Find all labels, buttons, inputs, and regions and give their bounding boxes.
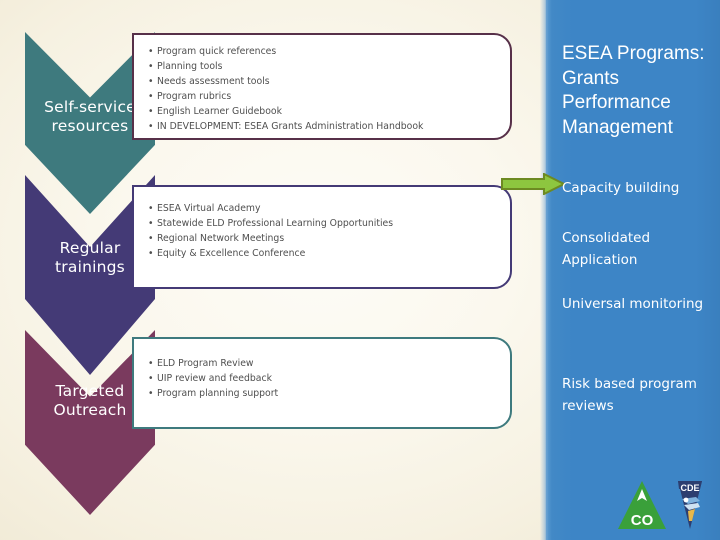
panel-item-capacity-building: Capacity building — [562, 180, 680, 196]
list-item: Planning tools — [148, 59, 510, 74]
svg-text:CDE: CDE — [680, 483, 699, 493]
content-box-self-service-resources: Program quick references Planning tools … — [132, 33, 512, 140]
right-arrow-icon — [501, 173, 565, 195]
content-box-regular-trainings: ESEA Virtual Academy Statewide ELD Profe… — [132, 185, 512, 289]
list-item: ELD Program Review — [148, 356, 510, 371]
co-triangle-icon: CO — [618, 481, 666, 529]
list-item: Equity & Excellence Conference — [148, 246, 510, 261]
panel-left-edge-gradient — [540, 0, 548, 540]
bullet-list-self-service-resources: Program quick references Planning tools … — [134, 35, 510, 134]
slide-canvas: Self-service resources Regular trainings… — [0, 0, 720, 540]
cde-triangle-icon: CDE — [678, 481, 702, 529]
list-item: Needs assessment tools — [148, 74, 510, 89]
bullet-list-regular-trainings: ESEA Virtual Academy Statewide ELD Profe… — [134, 187, 510, 261]
panel-title: ESEA Programs: Grants Performance Manage… — [562, 43, 705, 138]
list-item: Regional Network Meetings — [148, 231, 510, 246]
list-item: UIP review and feedback — [148, 371, 510, 386]
colorado-department-of-education-logo: CO CDE — [618, 481, 702, 529]
list-item: ESEA Virtual Academy — [148, 201, 510, 216]
list-item: Program planning support — [148, 386, 510, 401]
content-box-targeted-outreach: ELD Program Review UIP review and feedba… — [132, 337, 512, 429]
list-item: IN DEVELOPMENT: ESEA Grants Administrati… — [148, 119, 510, 134]
list-item: English Learner Guidebook — [148, 104, 510, 119]
list-item: Program quick references — [148, 44, 510, 59]
bullet-list-targeted-outreach: ELD Program Review UIP review and feedba… — [134, 339, 510, 401]
list-item: Program rubrics — [148, 89, 510, 104]
panel-item-consolidated-application: Consolidated Application — [562, 230, 651, 268]
list-item: Statewide ELD Professional Learning Oppo… — [148, 216, 510, 231]
svg-text:CO: CO — [631, 512, 654, 529]
panel-item-risk-based-program-reviews: Risk based program reviews — [562, 376, 697, 414]
panel-item-universal-monitoring: Universal monitoring — [562, 296, 704, 312]
